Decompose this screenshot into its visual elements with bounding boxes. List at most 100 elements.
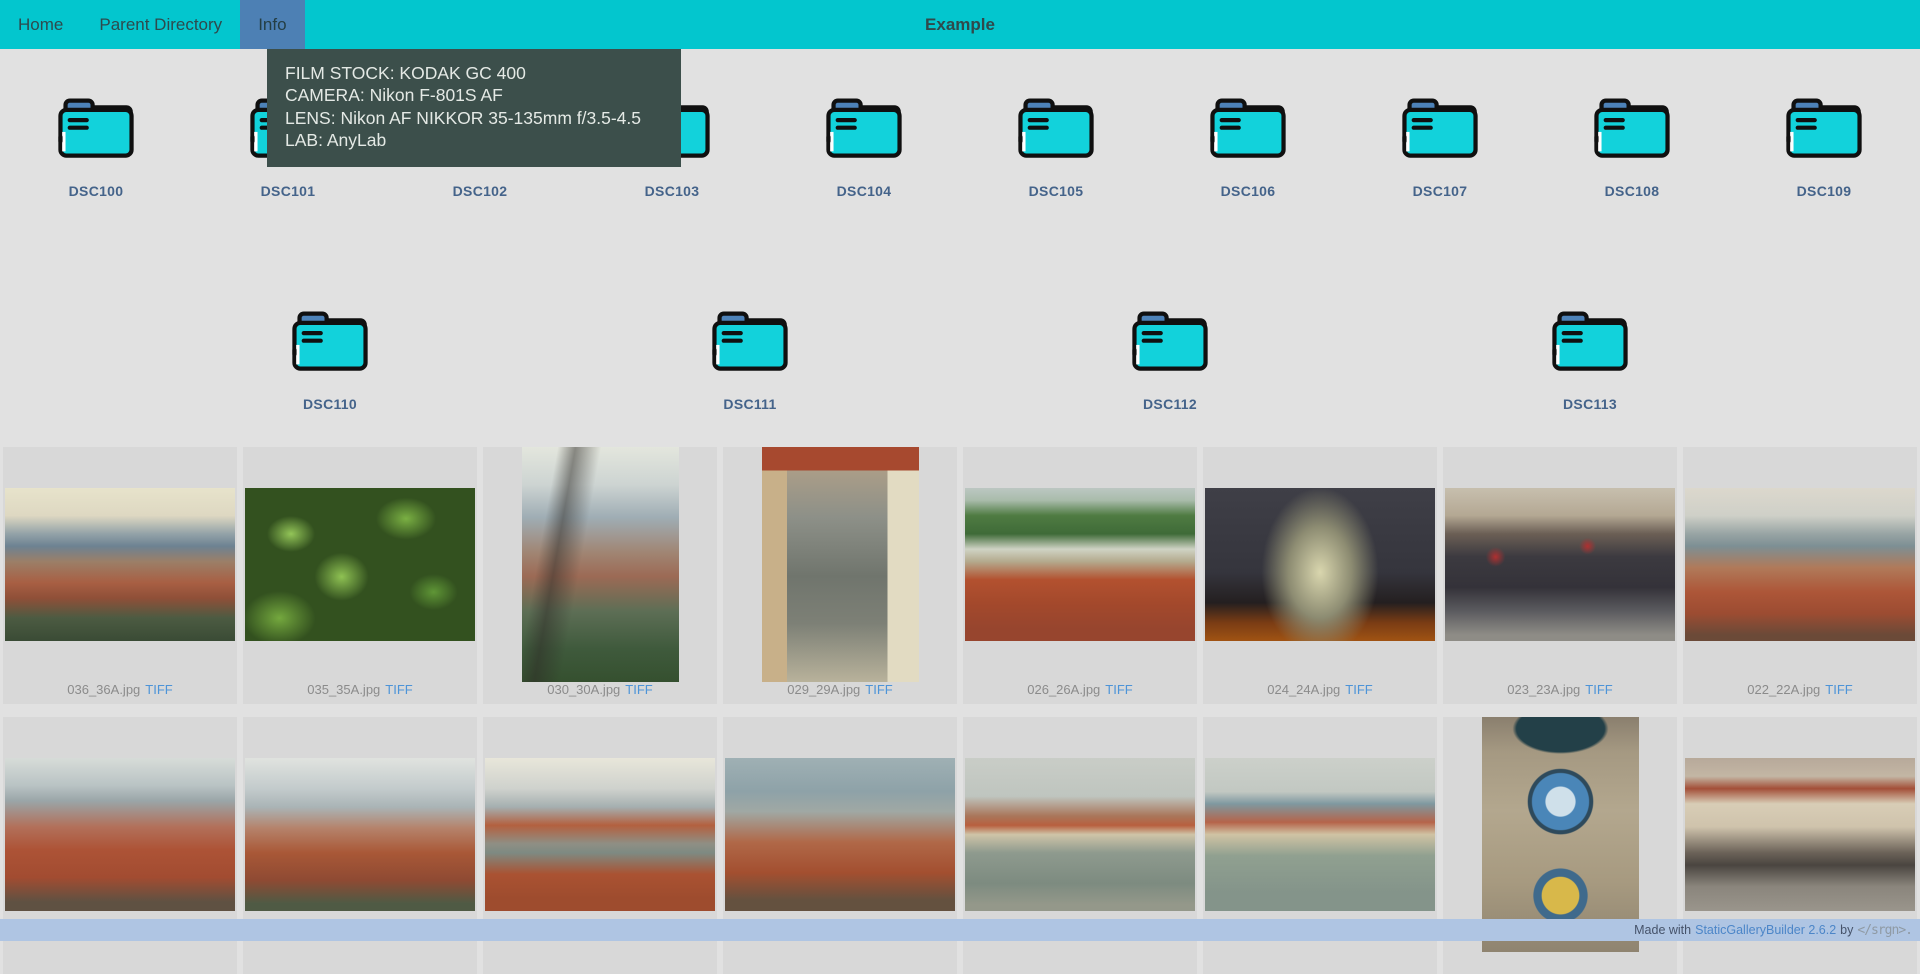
image-filename: 026_26A.jpg	[1027, 682, 1100, 697]
image-tile: 022_22A.jpg TIFF	[1683, 447, 1917, 704]
folder-label: DSC112	[1143, 396, 1197, 412]
folder-item-dsc112[interactable]: DSC112	[1074, 298, 1266, 412]
folder-label: DSC110	[303, 396, 357, 412]
folder-label: DSC111	[723, 396, 776, 412]
tiff-link[interactable]: TIFF	[1345, 682, 1372, 697]
folder-icon	[1588, 85, 1676, 167]
folder-item-dsc110[interactable]: DSC110	[234, 298, 426, 412]
folder-label: DSC107	[1413, 183, 1468, 199]
folder-label: DSC109	[1797, 183, 1852, 199]
image-filename: 022_22A.jpg	[1747, 682, 1820, 697]
folder-item-dsc105[interactable]: DSC105	[960, 85, 1152, 199]
folder-icon	[1396, 85, 1484, 167]
photo-area	[963, 717, 1197, 952]
photo-thumbnail[interactable]	[725, 758, 955, 911]
folder-item-dsc106[interactable]: DSC106	[1152, 85, 1344, 199]
folder-icon	[286, 298, 374, 380]
photo-thumbnail[interactable]	[522, 447, 679, 682]
tiff-link[interactable]: TIFF	[625, 682, 652, 697]
builder-link[interactable]: StaticGalleryBuilder 2.6.2	[1695, 923, 1836, 937]
info-tooltip: FILM STOCK: KODAK GC 400 CAMERA: Nikon F…	[267, 49, 681, 167]
footer-by-text: by	[1840, 923, 1853, 937]
image-tile: 024_24A.jpg TIFF	[1203, 447, 1437, 704]
folder-label: DSC113	[1563, 396, 1617, 412]
folder-icon	[1012, 85, 1100, 167]
photo-thumbnail[interactable]	[5, 488, 235, 641]
folder-label: DSC106	[1221, 183, 1276, 199]
folder-item-dsc108[interactable]: DSC108	[1536, 85, 1728, 199]
photo-area	[243, 717, 477, 952]
folder-icon	[1780, 85, 1868, 167]
tiff-link[interactable]: TIFF	[865, 682, 892, 697]
photo-area	[243, 447, 477, 682]
folder-item-dsc111[interactable]: DSC111	[654, 298, 846, 412]
photo-area	[3, 447, 237, 682]
folder-label: DSC101	[261, 183, 316, 199]
tiff-link[interactable]: TIFF	[145, 682, 172, 697]
photo-thumbnail[interactable]	[1685, 758, 1915, 911]
photo-area	[723, 717, 957, 952]
photo-thumbnail[interactable]	[965, 758, 1195, 911]
folder-label: DSC105	[1029, 183, 1084, 199]
tiff-link[interactable]: TIFF	[1105, 682, 1132, 697]
image-caption: 030_30A.jpg TIFF	[483, 682, 717, 704]
nav-item-parent-directory[interactable]: Parent Directory	[81, 0, 240, 49]
photo-area	[3, 717, 237, 952]
photo-thumbnail[interactable]	[245, 758, 475, 911]
folder-item-dsc100[interactable]: DSC100	[0, 85, 192, 199]
image-filename: 024_24A.jpg	[1267, 682, 1340, 697]
image-filename: 035_35A.jpg	[307, 682, 380, 697]
folder-icon	[706, 298, 794, 380]
tiff-link[interactable]: TIFF	[385, 682, 412, 697]
photo-thumbnail[interactable]	[1482, 717, 1639, 952]
image-filename: 030_30A.jpg	[547, 682, 620, 697]
image-filename: 036_36A.jpg	[67, 682, 140, 697]
image-tile: 035_35A.jpg TIFF	[243, 447, 477, 704]
nav-item-info[interactable]: Info	[240, 0, 304, 49]
photo-area	[1683, 717, 1917, 952]
photo-area	[963, 447, 1197, 682]
folder-label: DSC100	[69, 183, 124, 199]
folder-icon	[1546, 298, 1634, 380]
folder-label: DSC102	[453, 183, 508, 199]
photo-area	[483, 447, 717, 682]
image-caption: 029_29A.jpg TIFF	[723, 682, 957, 704]
photo-thumbnail[interactable]	[1445, 488, 1675, 641]
top-nav: Home Parent Directory Info Example	[0, 0, 1920, 49]
photo-thumbnail[interactable]	[762, 447, 919, 682]
image-tile: 030_30A.jpg TIFF	[483, 447, 717, 704]
nav-item-home[interactable]: Home	[0, 0, 81, 49]
image-tile: 029_29A.jpg TIFF	[723, 447, 957, 704]
photo-thumbnail[interactable]	[1685, 488, 1915, 641]
tiff-link[interactable]: TIFF	[1825, 682, 1852, 697]
folder-icon	[1204, 85, 1292, 167]
tooltip-line-film-stock: FILM STOCK: KODAK GC 400	[285, 62, 663, 84]
photo-thumbnail[interactable]	[245, 488, 475, 641]
folder-item-dsc113[interactable]: DSC113	[1494, 298, 1686, 412]
image-caption: 022_22A.jpg TIFF	[1683, 682, 1917, 704]
folder-icon	[1126, 298, 1214, 380]
photo-thumbnail[interactable]	[5, 758, 235, 911]
folder-label: DSC103	[645, 183, 700, 199]
photo-area	[723, 447, 957, 682]
srgn-logo: </srgn>.	[1857, 923, 1912, 938]
photo-thumbnail[interactable]	[1205, 758, 1435, 911]
image-grid: 036_36A.jpg TIFF 035_35A.jpg TIFF 030_30A.…	[0, 447, 1920, 974]
folder-label: DSC108	[1605, 183, 1660, 199]
image-caption: 035_35A.jpg TIFF	[243, 682, 477, 704]
photo-thumbnail[interactable]	[965, 488, 1195, 641]
photo-area	[483, 717, 717, 952]
image-caption: 036_36A.jpg TIFF	[3, 682, 237, 704]
folder-item-dsc104[interactable]: DSC104	[768, 85, 960, 199]
photo-thumbnail[interactable]	[1205, 488, 1435, 641]
folder-item-dsc109[interactable]: DSC109	[1728, 85, 1920, 199]
image-filename: 029_29A.jpg	[787, 682, 860, 697]
folder-item-dsc107[interactable]: DSC107	[1344, 85, 1536, 199]
folder-icon	[820, 85, 908, 167]
image-tile: 026_26A.jpg TIFF	[963, 447, 1197, 704]
tooltip-line-lens: LENS: Nikon AF NIKKOR 35-135mm f/3.5-4.5	[285, 107, 663, 129]
photo-thumbnail[interactable]	[485, 758, 715, 911]
folder-label: DSC104	[837, 183, 892, 199]
tooltip-line-lab: LAB: AnyLab	[285, 129, 663, 151]
tiff-link[interactable]: TIFF	[1585, 682, 1612, 697]
